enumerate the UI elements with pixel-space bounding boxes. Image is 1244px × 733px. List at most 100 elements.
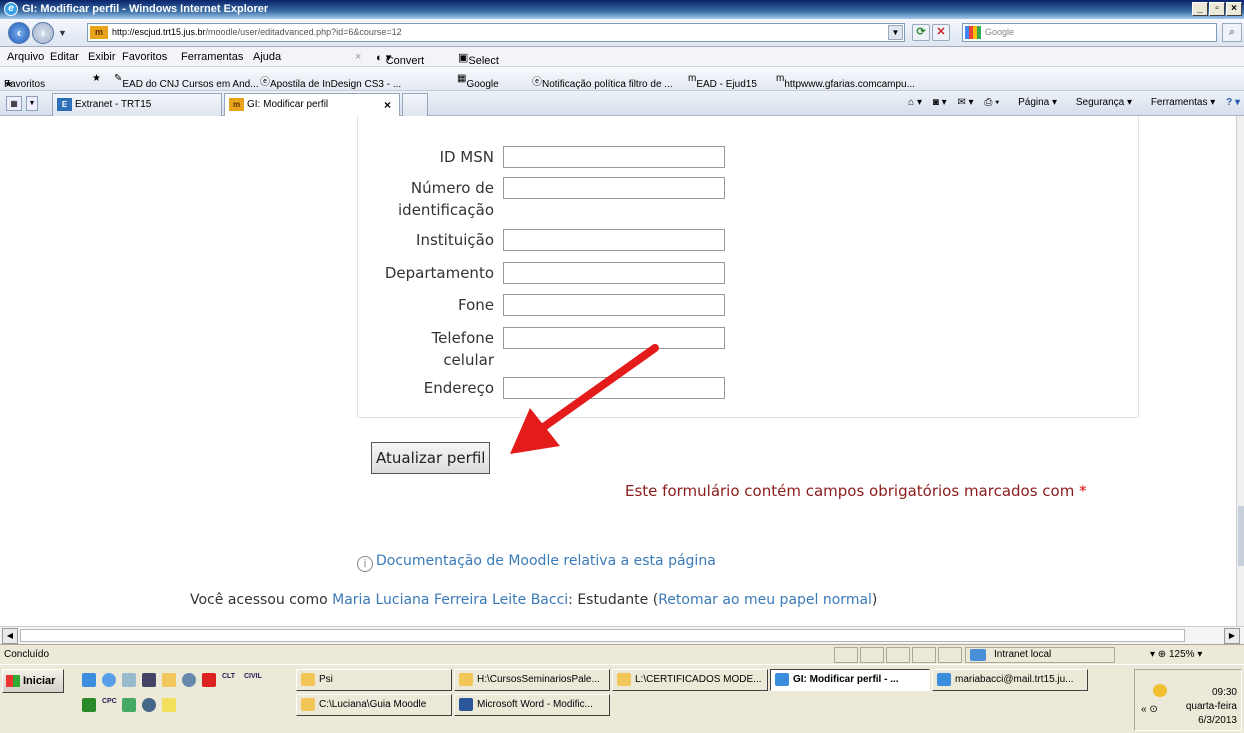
menu-arquivo[interactable]: Arquivo: [7, 51, 44, 63]
taskbar-button-guia-moodle[interactable]: C:\Luciana\Guia Moodle: [296, 694, 452, 716]
cmd-seguranca[interactable]: Segurança ▾: [1068, 97, 1132, 108]
window-titlebar: e GI: Modificar perfil - Windows Interne…: [0, 0, 1244, 19]
print-icon[interactable]: ⎙ ▾: [984, 97, 999, 108]
clock-day: quarta-feira: [1185, 701, 1237, 712]
system-clock[interactable]: 09:30 quarta-feira 6/3/2013: [1186, 686, 1237, 728]
moodle-docs-link[interactable]: i Documentação de Moodle relativa a esta …: [357, 553, 716, 572]
fav-item-notificacao[interactable]: ⓔ Notificação política filtro de ...: [532, 73, 673, 90]
help-icon[interactable]: ? ▾: [1226, 97, 1240, 108]
ie-alt-quicklaunch-icon[interactable]: [102, 673, 116, 687]
scroll-left-icon[interactable]: ◀: [2, 628, 18, 644]
label-institution: Instituição: [416, 231, 494, 249]
phone-input[interactable]: [503, 294, 725, 316]
taskbar-button-psi[interactable]: Psi: [296, 669, 452, 691]
idnumber-input[interactable]: [503, 177, 725, 199]
convert-button[interactable]: ◐ Convert ▾: [376, 51, 424, 67]
show-hidden-icons[interactable]: « ⊙: [1141, 704, 1158, 715]
taskbar-button-cursos[interactable]: H:\CursosSeminariosPale...: [454, 669, 610, 691]
taskbar-button-modificar-perfil[interactable]: GI: Modificar perfil - ...: [770, 669, 930, 691]
stop-icon[interactable]: ✕: [932, 24, 950, 41]
cmd-ferramentas[interactable]: Ferramentas ▾: [1143, 97, 1216, 108]
cpc-quicklaunch-icon[interactable]: CPC: [102, 698, 117, 712]
new-tab-button[interactable]: [402, 93, 428, 116]
tab-modificar-perfil[interactable]: m GI: Modificar perfil ×: [224, 93, 400, 116]
zoom-level[interactable]: ▾ ⊕ 125% ▾: [1150, 649, 1202, 660]
app-quicklaunch-icon[interactable]: [162, 698, 176, 712]
return-role-link[interactable]: Retomar ao meu papel normal: [658, 592, 872, 608]
close-button[interactable]: ×: [1226, 2, 1242, 16]
word-icon: [459, 698, 473, 711]
history-dropdown-icon[interactable]: ▼: [58, 28, 67, 38]
app-quicklaunch-icon[interactable]: [142, 673, 156, 687]
feeds-icon[interactable]: ◙ ▾: [933, 97, 947, 108]
update-profile-button[interactable]: Atualizar perfil: [371, 442, 491, 474]
status-pane: [912, 647, 936, 663]
media-quicklaunch-icon[interactable]: [182, 673, 196, 687]
status-pane: [860, 647, 884, 663]
quick-tabs-icon[interactable]: ▦: [6, 96, 22, 111]
menu-favoritos[interactable]: Favoritos: [122, 51, 167, 63]
clock-time: 09:30: [1211, 687, 1237, 698]
folder-icon: [459, 673, 473, 686]
tab-list-dropdown-icon[interactable]: ▼: [26, 96, 38, 111]
intranet-icon: [970, 649, 986, 661]
select-button[interactable]: ▣ Select: [458, 51, 499, 67]
minimize-button[interactable]: _: [1192, 2, 1208, 16]
label-msn: ID MSN: [439, 148, 494, 166]
app-quicklaunch-icon[interactable]: [122, 673, 136, 687]
fav-item-ead-cnj[interactable]: ✎ EAD do CNJ Cursos em And...: [114, 73, 259, 90]
app-quicklaunch-icon[interactable]: [202, 673, 216, 687]
security-zone[interactable]: Intranet local: [965, 647, 1115, 663]
msn-input[interactable]: [503, 146, 725, 168]
fav-item-ead-ejud15[interactable]: m EAD - Ejud15: [688, 73, 757, 90]
app-quicklaunch-icon[interactable]: [122, 698, 136, 712]
menu-editar[interactable]: Editar: [50, 51, 79, 63]
address-bar[interactable]: m http://escjud.trt15.jus.br/moodle/user…: [87, 23, 905, 42]
start-button[interactable]: Iniciar: [2, 669, 64, 693]
civil-quicklaunch-icon[interactable]: CIVIL: [244, 673, 262, 687]
menu-ferramentas[interactable]: Ferramentas: [181, 51, 243, 63]
clt-quicklaunch-icon[interactable]: CLT: [222, 673, 236, 687]
taskbar-button-email[interactable]: mariabacci@mail.trt15.ju...: [932, 669, 1088, 691]
required-fields-note: Este formulário contém campos obrigatóri…: [625, 482, 1087, 500]
add-favorite-icon[interactable]: ★: [92, 73, 101, 84]
taskbar-button-certificados[interactable]: L:\CERTIFICADOS MODE...: [612, 669, 768, 691]
menu-exibir[interactable]: Exibir: [88, 51, 116, 63]
close-toolbar-icon[interactable]: ×: [355, 51, 361, 63]
search-input[interactable]: Google: [962, 23, 1217, 42]
refresh-icon[interactable]: ⟳: [912, 24, 930, 41]
fav-item-gfarias[interactable]: m httpwww.gfarias.comcampu...: [776, 73, 915, 90]
mail-icon[interactable]: ✉ ▾: [957, 97, 973, 108]
horizontal-scrollbar[interactable]: ◀ ▶: [0, 626, 1244, 644]
profile-form: ID MSN Número de identificação Instituiç…: [357, 116, 1139, 418]
user-profile-link[interactable]: Maria Luciana Ferreira Leite Bacci: [332, 592, 568, 608]
fav-item-apostila[interactable]: ⓔ Apostila de InDesign CS3 - ...: [260, 73, 401, 90]
status-pane: [834, 647, 858, 663]
close-tab-icon[interactable]: ×: [384, 98, 391, 112]
institution-input[interactable]: [503, 229, 725, 251]
app-quicklaunch-icon[interactable]: [142, 698, 156, 712]
vertical-scroll-thumb[interactable]: [1238, 506, 1244, 566]
fav-item-google[interactable]: ▦ Google: [457, 73, 499, 90]
scroll-right-icon[interactable]: ▶: [1224, 628, 1240, 644]
forward-arrow-icon[interactable]: ›: [32, 22, 54, 44]
cmd-pagina[interactable]: Página ▾: [1010, 97, 1057, 108]
tray-star-icon[interactable]: [1153, 684, 1167, 697]
department-input[interactable]: [503, 262, 725, 284]
address-toolbar: ‹ › ▼ m http://escjud.trt15.jus.br/moodl…: [0, 19, 1244, 47]
ie-quicklaunch-icon[interactable]: [82, 673, 96, 687]
folder-quicklaunch-icon[interactable]: [162, 673, 176, 687]
annotation-arrow: [510, 344, 659, 454]
tab-extranet[interactable]: E Extranet - TRT15: [52, 93, 222, 116]
horizontal-scroll-thumb[interactable]: [20, 629, 1185, 642]
taskbar-button-word[interactable]: Microsoft Word - Modific...: [454, 694, 610, 716]
app-quicklaunch-icon[interactable]: [82, 698, 96, 712]
address-dropdown-icon[interactable]: ▼: [888, 25, 903, 40]
search-icon[interactable]: ⌕: [1222, 23, 1242, 42]
home-icon[interactable]: ⌂ ▾: [908, 97, 922, 108]
label-idnumber-line1: Número de: [410, 179, 494, 197]
back-arrow-icon[interactable]: ‹: [8, 22, 30, 44]
maximize-button[interactable]: ▫: [1209, 2, 1225, 16]
menu-ajuda[interactable]: Ajuda: [253, 51, 281, 63]
vertical-scrollbar[interactable]: [1236, 116, 1244, 626]
